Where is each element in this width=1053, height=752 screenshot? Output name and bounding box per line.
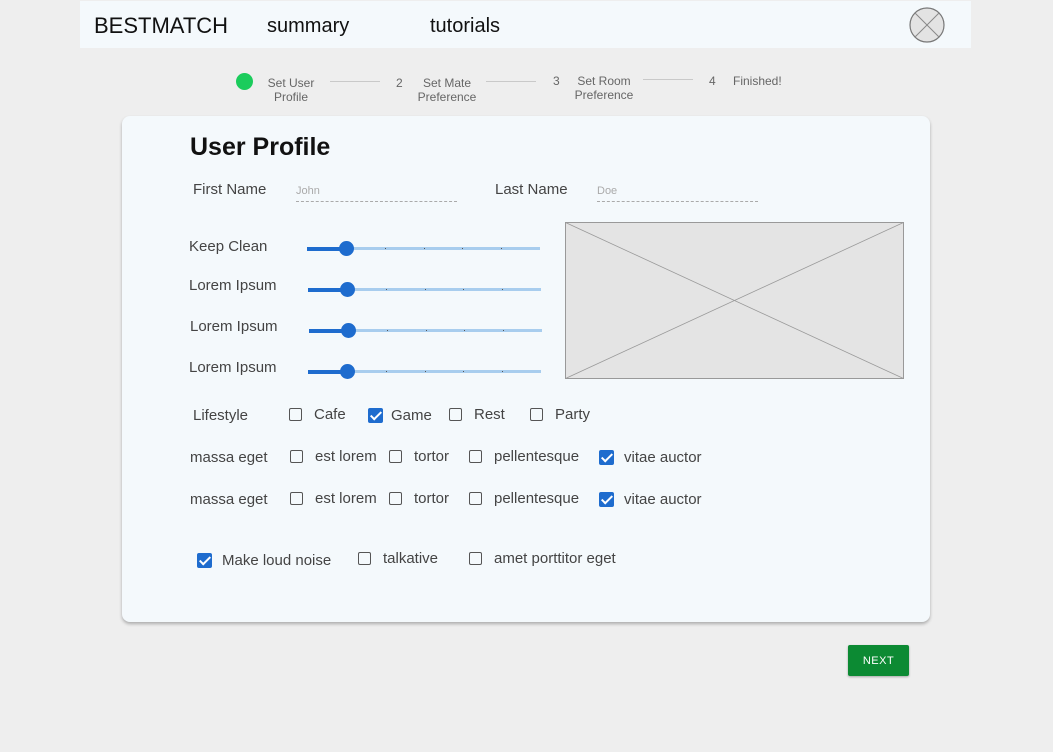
tortor-checkbox[interactable]: tortor <box>389 489 449 507</box>
checkbox-label: Make loud noise <box>222 551 332 569</box>
nav-tutorials[interactable]: tutorials <box>430 15 500 38</box>
checkbox-icon[interactable] <box>389 491 402 505</box>
page-title: User Profile <box>190 133 331 161</box>
slider-tick <box>384 248 386 249</box>
slider-thumb[interactable] <box>338 241 354 256</box>
slider-tick <box>463 371 465 372</box>
checkbox-icon[interactable] <box>358 551 371 565</box>
checkbox-label: amet porttitor eget <box>494 549 616 567</box>
slider-tick <box>463 289 465 290</box>
checkbox-label: est lorem <box>315 489 377 507</box>
checkbox-checked-icon[interactable] <box>368 407 383 423</box>
next-button[interactable]: NEXT <box>848 645 909 676</box>
checkbox-icon[interactable] <box>290 491 303 505</box>
checkbox-checked-icon[interactable] <box>599 491 614 507</box>
slider-tick <box>501 248 503 249</box>
checkbox-checked-icon[interactable] <box>599 449 614 465</box>
checkbox-icon[interactable] <box>389 449 402 463</box>
nav-summary[interactable]: summary <box>267 15 349 38</box>
slider-tick <box>462 248 464 249</box>
step-1-label: Set User Profile <box>267 76 315 104</box>
checkbox-label: tortor <box>414 489 450 507</box>
slider-thumb[interactable] <box>340 323 356 338</box>
est-lorem-checkbox[interactable]: est lorem <box>290 447 377 465</box>
slider-tick <box>425 330 427 331</box>
step-2-label: Set Mate Preference <box>417 76 477 104</box>
step-2-number: 2 <box>396 76 403 90</box>
checkbox-label: pellentesque <box>494 447 580 465</box>
slider-thumb[interactable] <box>339 282 355 297</box>
step-4-number: 4 <box>709 74 716 88</box>
checkbox-label: vitae auctor <box>624 490 702 508</box>
step-1-active-dot <box>236 73 253 90</box>
pellentesque-checkbox[interactable]: pellentesque <box>469 447 579 465</box>
step-3-number: 3 <box>553 74 560 88</box>
checkbox-label: est lorem <box>315 447 377 465</box>
amet-porttitor-eget-checkbox[interactable]: amet porttitor eget <box>469 549 616 567</box>
tortor-checkbox[interactable]: tortor <box>389 447 449 465</box>
step-3-label: Set Room Preference <box>574 74 634 102</box>
slider-tick <box>424 289 426 290</box>
lorem-ipsum-slider[interactable] <box>309 322 542 338</box>
checkbox-icon[interactable] <box>449 407 462 421</box>
checkbox-label: vitae auctor <box>624 448 702 466</box>
lifestyle-cafe-checkbox[interactable]: Cafe <box>289 405 346 423</box>
slider-tick <box>385 289 387 290</box>
step-connector <box>643 79 693 80</box>
massa-eget-label: massa eget <box>190 449 268 466</box>
slider-thumb[interactable] <box>339 364 355 379</box>
slider-label: Lorem Ipsum <box>189 277 277 294</box>
checkbox-icon[interactable] <box>469 491 482 505</box>
checkbox-label: Game <box>391 406 432 424</box>
slider-label: Lorem Ipsum <box>189 359 277 376</box>
checkbox-icon[interactable] <box>530 407 543 421</box>
vitae-auctor-checkbox[interactable]: vitae auctor <box>599 448 702 466</box>
checkbox-label: talkative <box>383 549 439 567</box>
slider-tick <box>424 371 426 372</box>
last-name-input[interactable] <box>597 180 758 202</box>
checkbox-icon[interactable] <box>469 551 482 565</box>
vitae-auctor-checkbox[interactable]: vitae auctor <box>599 490 702 508</box>
last-name-label: Last Name <box>495 181 568 198</box>
slider-tick <box>464 330 466 331</box>
checkbox-checked-icon[interactable] <box>197 552 212 568</box>
first-name-input[interactable] <box>296 180 457 202</box>
checkbox-label: pellentesque <box>494 489 580 507</box>
checkbox-label: Rest <box>474 405 505 423</box>
pellentesque-checkbox[interactable]: pellentesque <box>469 489 579 507</box>
step-connector <box>486 81 536 82</box>
est-lorem-checkbox[interactable]: est lorem <box>290 489 377 507</box>
avatar-placeholder-icon[interactable] <box>909 7 945 43</box>
checkbox-label: tortor <box>414 447 450 465</box>
slider-label: Lorem Ipsum <box>190 318 278 335</box>
lifestyle-game-checkbox[interactable]: Game <box>368 406 432 424</box>
checkbox-icon[interactable] <box>290 449 303 463</box>
checkbox-label: Party <box>555 405 591 423</box>
slider-label-keep-clean: Keep Clean <box>189 238 268 255</box>
massa-eget-label: massa eget <box>190 491 268 508</box>
slider-tick <box>385 371 387 372</box>
checkbox-icon[interactable] <box>289 407 302 421</box>
talkative-checkbox[interactable]: talkative <box>358 549 438 567</box>
step-connector <box>330 81 380 82</box>
lorem-ipsum-slider[interactable] <box>308 363 541 379</box>
slider-tick <box>386 330 388 331</box>
keep-clean-slider[interactable] <box>307 240 540 256</box>
slider-tick <box>502 289 504 290</box>
step-4-label: Finished! <box>733 74 782 88</box>
top-navbar: BESTMATCH summary tutorials <box>80 1 971 48</box>
make-loud-noise-checkbox[interactable]: Make loud noise <box>197 551 331 569</box>
lorem-ipsum-slider[interactable] <box>308 281 541 297</box>
checkbox-label: Cafe <box>314 405 346 423</box>
checkbox-icon[interactable] <box>469 449 482 463</box>
lifestyle-label: Lifestyle <box>193 407 249 424</box>
first-name-label: First Name <box>193 181 267 198</box>
image-placeholder-icon <box>565 222 904 379</box>
slider-tick <box>503 330 505 331</box>
slider-tick <box>423 248 425 249</box>
brand-logo[interactable]: BESTMATCH <box>94 13 228 39</box>
lifestyle-party-checkbox[interactable]: Party <box>530 405 590 423</box>
lifestyle-rest-checkbox[interactable]: Rest <box>449 405 505 423</box>
slider-tick <box>502 371 504 372</box>
